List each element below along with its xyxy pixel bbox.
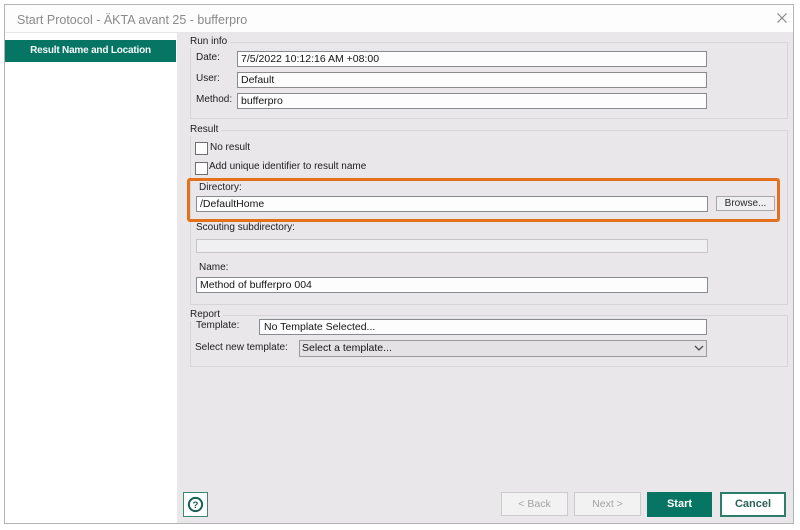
svg-text:?: ? [193,500,199,511]
